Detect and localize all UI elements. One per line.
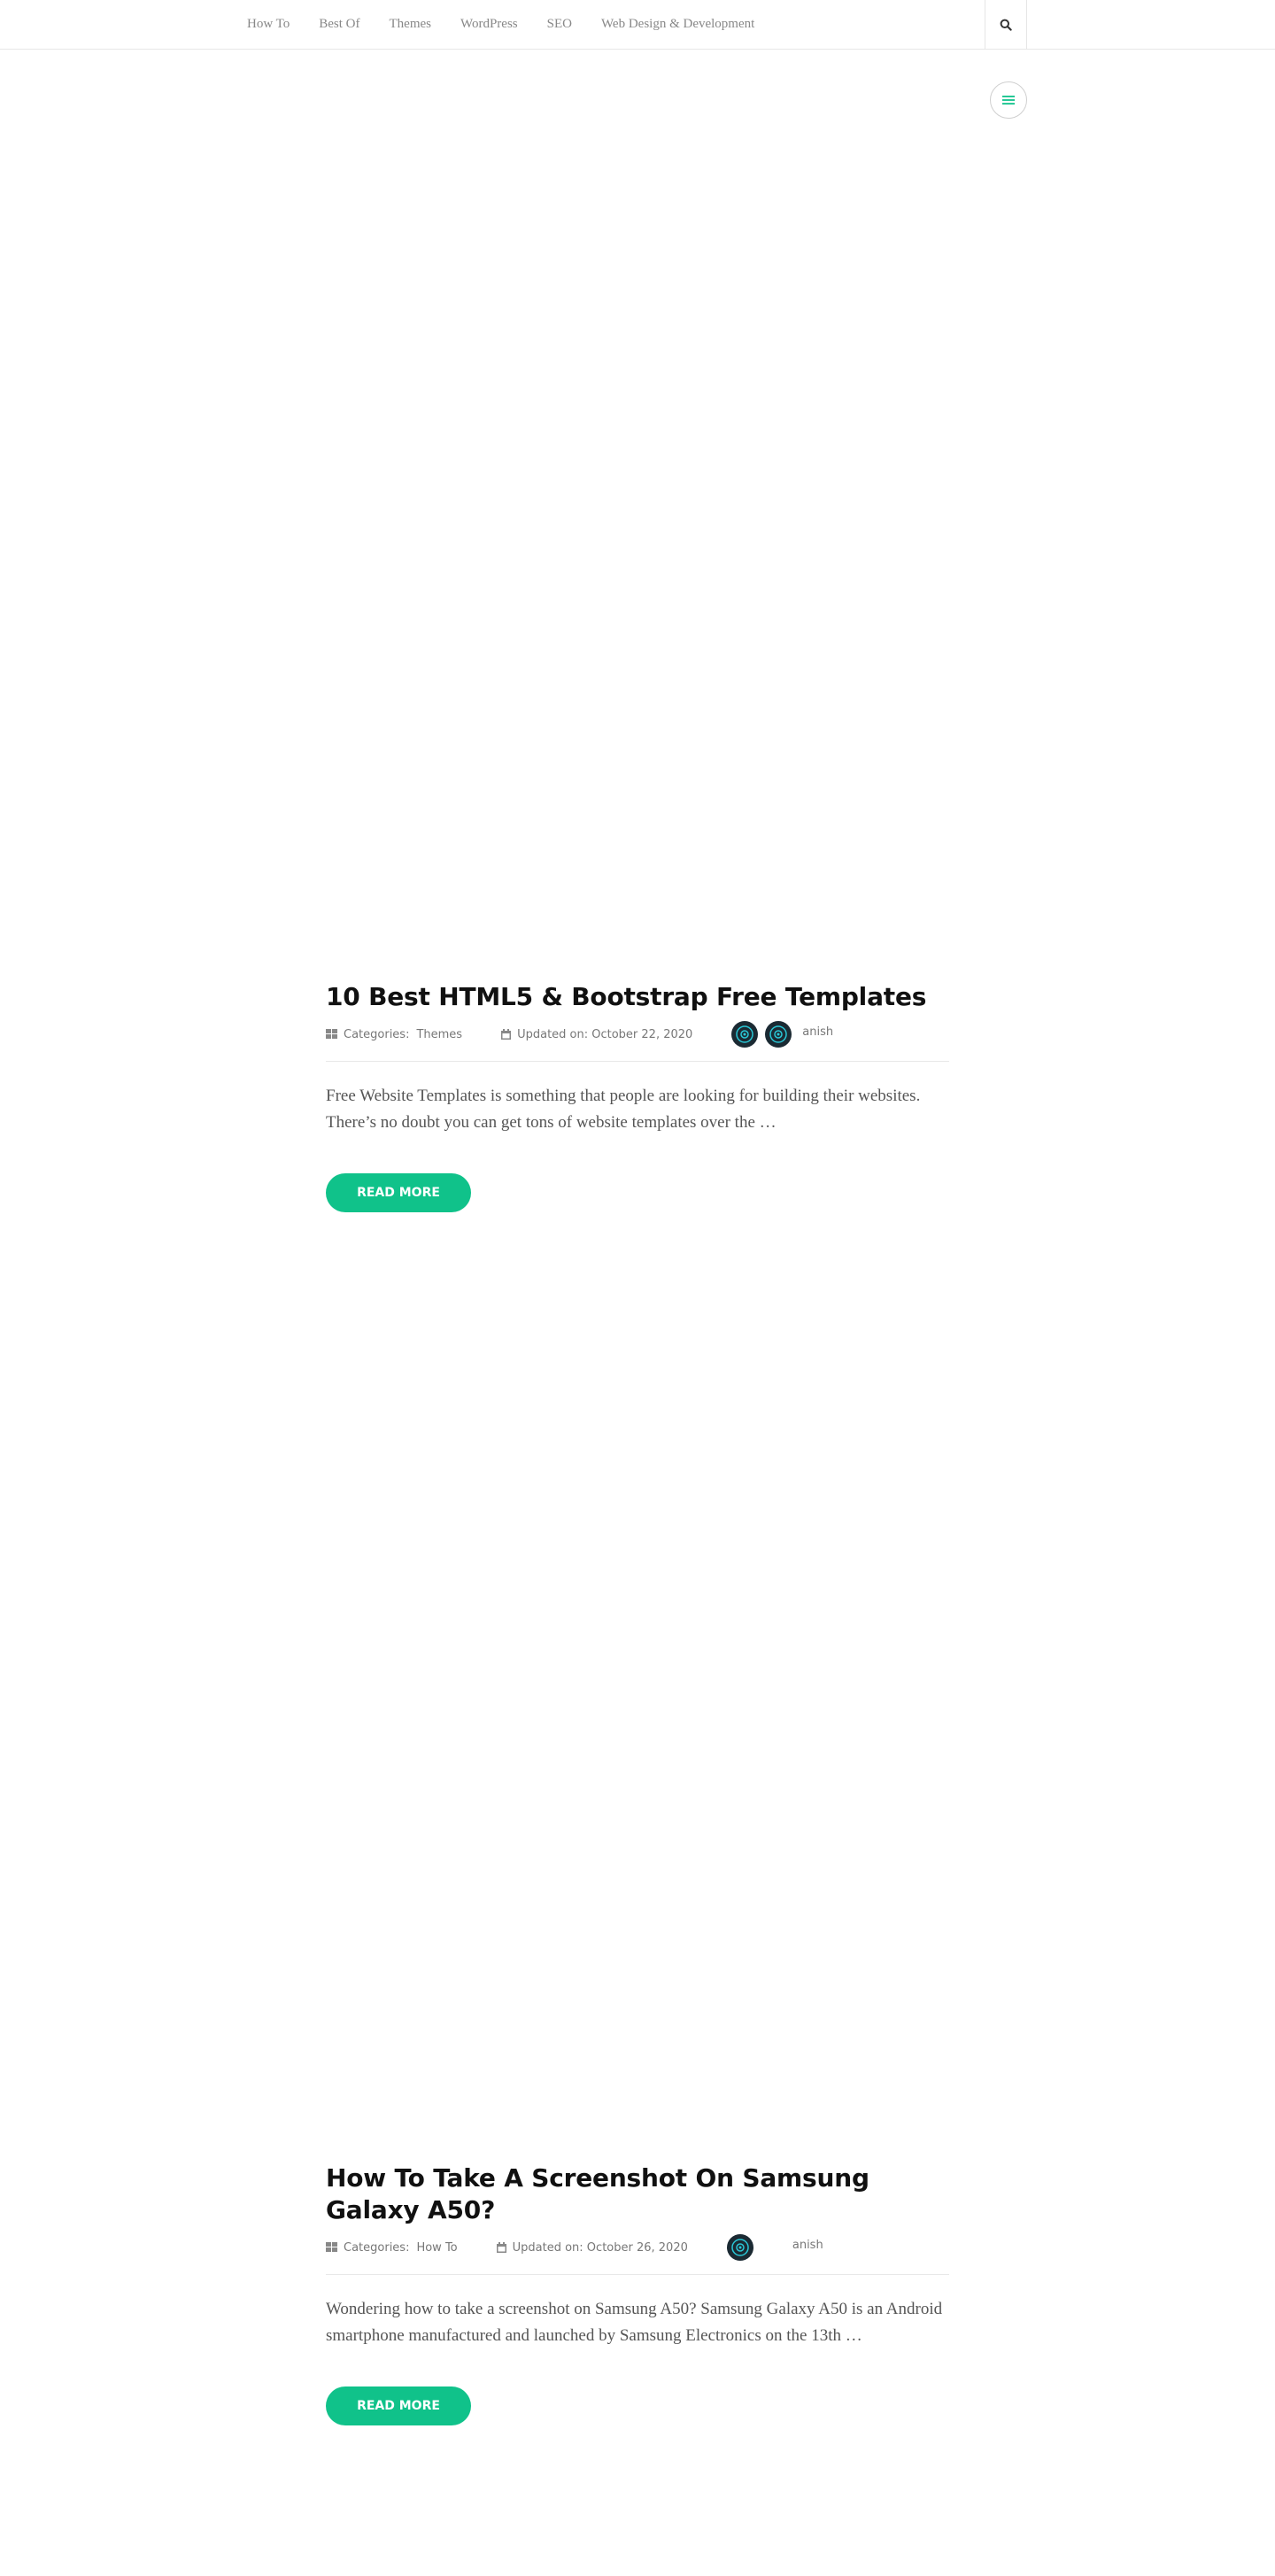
post-meta: Categories: How To Updated on: October 2… <box>326 2234 949 2261</box>
post-title[interactable]: How To Take A Screenshot On Samsung Gala… <box>326 2162 949 2226</box>
nav-item-web-design-development[interactable]: Web Design & Development <box>601 17 754 32</box>
read-more-button[interactable]: READ MORE <box>326 1173 471 1212</box>
grid-icon <box>326 2242 337 2253</box>
categories-label: Categories: <box>344 1027 410 1041</box>
post-updated-date: Updated on: October 26, 2020 <box>496 2240 688 2255</box>
post-categories: Categories: How To <box>326 2241 458 2255</box>
post-card: How To Take A Screenshot On Samsung Gala… <box>326 2162 949 2425</box>
meta-divider <box>326 2274 949 2275</box>
search-button[interactable] <box>985 0 1027 50</box>
category-link[interactable]: Themes <box>416 1028 462 1041</box>
search-icon <box>1000 19 1012 31</box>
read-more-button[interactable]: READ MORE <box>326 2386 471 2425</box>
post-updated-date: Updated on: October 22, 2020 <box>501 1028 692 1041</box>
post-excerpt: Free Website Templates is something that… <box>326 1087 921 1132</box>
nav-item-seo[interactable]: SEO <box>547 17 572 32</box>
post-categories: Categories: Themes <box>326 1028 462 1041</box>
meta-divider <box>326 1061 949 1062</box>
nav-item-themes[interactable]: Themes <box>390 17 431 32</box>
author-avatars: anish <box>731 1021 833 1048</box>
grid-icon <box>326 1029 337 1040</box>
hamburger-menu-icon <box>1002 96 1015 104</box>
author-avatars: anish <box>726 2234 823 2261</box>
categories-label: Categories: <box>344 2240 410 2255</box>
avatar[interactable] <box>731 1021 759 1048</box>
updated-date: Updated on: October 22, 2020 <box>517 1027 693 1041</box>
avatar[interactable] <box>765 1021 792 1048</box>
top-navigation-bar: How To Best Of Themes WordPress SEO Web … <box>0 0 1275 50</box>
updated-date: Updated on: October 26, 2020 <box>512 2240 688 2255</box>
main-nav: How To Best Of Themes WordPress SEO Web … <box>247 0 784 49</box>
post-meta: Categories: Themes Updated on: October 2… <box>326 1021 949 1048</box>
calendar-icon <box>496 2242 506 2253</box>
post-card: 10 Best HTML5 & Bootstrap Free Templates… <box>326 981 949 1212</box>
avatar[interactable] <box>726 2234 753 2261</box>
post-title[interactable]: 10 Best HTML5 & Bootstrap Free Templates <box>326 981 949 1013</box>
menu-toggle-button[interactable] <box>990 81 1027 119</box>
nav-item-how-to[interactable]: How To <box>247 17 290 32</box>
calendar-icon <box>501 1029 512 1040</box>
post-excerpt: Wondering how to take a screenshot on Sa… <box>326 2300 943 2345</box>
nav-item-best-of[interactable]: Best Of <box>319 17 359 32</box>
author-name[interactable]: anish <box>802 1025 833 1039</box>
category-link[interactable]: How To <box>416 2241 457 2255</box>
author-name[interactable]: anish <box>792 2239 823 2252</box>
nav-item-wordpress[interactable]: WordPress <box>460 17 518 32</box>
